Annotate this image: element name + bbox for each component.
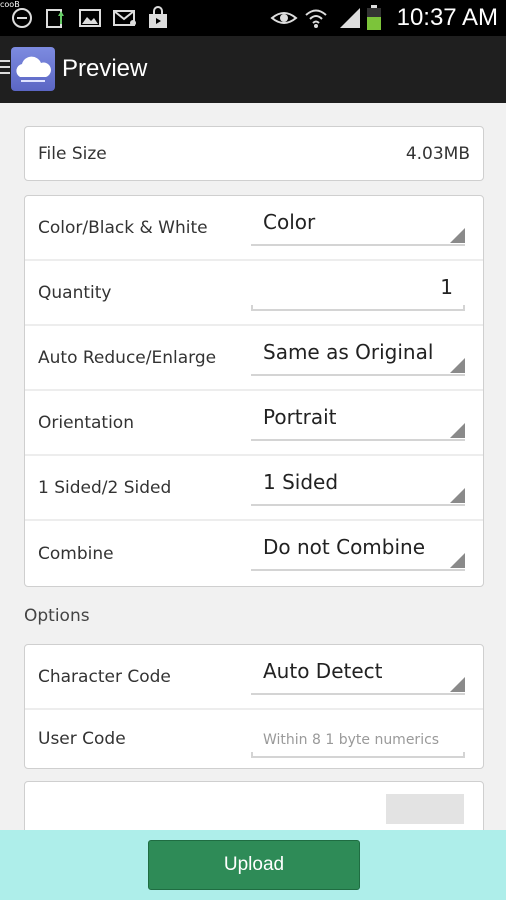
- character-code-value: Auto Detect: [263, 659, 383, 683]
- additional-options-card: [24, 781, 484, 830]
- dropdown-arrow-icon: [450, 423, 465, 438]
- dropdown-arrow-icon: [450, 358, 465, 373]
- battery-icon: [366, 5, 382, 30]
- combine-label: Combine: [38, 543, 114, 564]
- orientation-spinner[interactable]: Portrait: [251, 403, 465, 441]
- status-bar: cooB 10:37 AM: [0, 0, 506, 36]
- sided-value: 1 Sided: [263, 470, 339, 494]
- shopping-bag-icon: [146, 6, 170, 30]
- file-size-card: File Size 4.03MB: [24, 126, 484, 181]
- reduce-enlarge-value: Same as Original: [263, 340, 434, 364]
- eye-icon: [270, 6, 298, 30]
- color-row: Color/Black & White Color: [25, 196, 483, 261]
- quantity-row: Quantity 1: [25, 261, 483, 326]
- dropdown-arrow-icon: [450, 488, 465, 503]
- upload-icon: [44, 6, 68, 30]
- cloud-app-icon[interactable]: [11, 47, 55, 91]
- character-code-label: Character Code: [38, 666, 171, 687]
- image-icon: [78, 6, 102, 30]
- additional-option-control[interactable]: [386, 794, 464, 824]
- email-icon: [112, 6, 138, 30]
- combine-row: Combine Do not Combine: [25, 521, 483, 586]
- menu-icon[interactable]: [0, 60, 10, 76]
- character-code-spinner[interactable]: Auto Detect: [251, 657, 465, 695]
- file-size-row: File Size 4.03MB: [25, 127, 483, 180]
- bottom-bar: Upload: [0, 830, 506, 900]
- page-title: Preview: [62, 55, 148, 82]
- dropdown-arrow-icon: [450, 228, 465, 243]
- sided-label: 1 Sided/2 Sided: [38, 477, 172, 498]
- sided-row: 1 Sided/2 Sided 1 Sided: [25, 456, 483, 521]
- color-label: Color/Black & White: [38, 217, 208, 238]
- color-spinner-value: Color: [263, 210, 316, 234]
- upload-button[interactable]: Upload: [148, 840, 360, 890]
- quantity-value: 1: [440, 275, 453, 299]
- minus-circle-icon: [10, 6, 34, 30]
- reduce-enlarge-spinner[interactable]: Same as Original: [251, 338, 465, 376]
- combine-value: Do not Combine: [263, 535, 426, 559]
- reduce-enlarge-row: Auto Reduce/Enlarge Same as Original: [25, 326, 483, 391]
- quantity-input[interactable]: 1: [251, 273, 465, 311]
- action-bar: Preview: [0, 36, 506, 103]
- combine-spinner[interactable]: Do not Combine: [251, 533, 465, 571]
- wifi-icon: [304, 6, 328, 30]
- user-code-label: User Code: [38, 729, 126, 749]
- user-code-input[interactable]: Within 8 1 byte numerics: [251, 720, 465, 758]
- user-code-placeholder: Within 8 1 byte numerics: [263, 732, 440, 748]
- quantity-label: Quantity: [38, 282, 112, 303]
- signal-icon: [338, 6, 362, 30]
- color-spinner[interactable]: Color: [251, 208, 465, 246]
- orientation-row: Orientation Portrait: [25, 391, 483, 456]
- options-heading: Options: [24, 606, 90, 626]
- file-size-value: 4.03MB: [405, 143, 470, 164]
- orientation-label: Orientation: [38, 412, 134, 433]
- reduce-enlarge-label: Auto Reduce/Enlarge: [38, 347, 217, 368]
- options-card: Character Code Auto Detect User Code Wit…: [24, 644, 484, 769]
- print-settings-card: Color/Black & White Color Quantity 1 Aut…: [24, 195, 484, 587]
- orientation-value: Portrait: [263, 405, 337, 429]
- user-code-row: User Code Within 8 1 byte numerics: [25, 710, 483, 768]
- content-area: File Size 4.03MB Color/Black & White Col…: [0, 103, 506, 830]
- dropdown-arrow-icon: [450, 553, 465, 568]
- status-time: 10:37 AM: [396, 4, 498, 31]
- dropdown-arrow-icon: [450, 677, 465, 692]
- file-size-label: File Size: [38, 143, 107, 164]
- character-code-row: Character Code Auto Detect: [25, 645, 483, 710]
- sided-spinner[interactable]: 1 Sided: [251, 468, 465, 506]
